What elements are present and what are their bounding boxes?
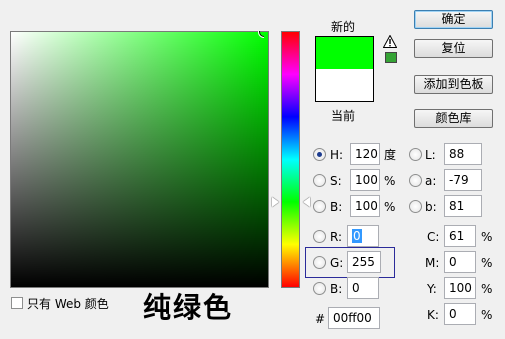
brightness-radio[interactable]	[313, 200, 326, 213]
cyan-field[interactable]: 61	[444, 225, 476, 247]
add-to-swatches-button[interactable]: 添加到色板	[414, 75, 493, 94]
hue-label: H:	[330, 148, 344, 162]
black-label: K:	[427, 308, 439, 322]
cyan-label: C:	[427, 230, 440, 244]
lab-b-label: b:	[425, 200, 437, 214]
magenta-field[interactable]: 0	[444, 251, 476, 273]
saturation-field[interactable]: 100	[350, 169, 380, 191]
gamut-correction-swatch[interactable]	[385, 52, 397, 63]
lab-a-field[interactable]: -79	[444, 169, 482, 191]
magenta-unit: %	[481, 256, 493, 270]
caption-text: 纯绿色	[143, 291, 234, 324]
hue-unit: 度	[384, 148, 397, 162]
red-radio[interactable]	[313, 230, 326, 243]
saturation-radio[interactable]	[313, 174, 326, 187]
lab-b-radio[interactable]	[409, 200, 422, 213]
hue-slider-right-arrow[interactable]	[303, 197, 310, 207]
blue-label: B:	[330, 282, 343, 296]
black-field[interactable]: 0	[444, 303, 476, 325]
green-radio[interactable]	[313, 256, 326, 269]
new-color-swatch	[315, 36, 374, 69]
green-field[interactable]: 255	[347, 251, 381, 273]
hue-slider-left-arrow[interactable]	[272, 197, 279, 207]
brightness-field[interactable]: 100	[350, 195, 380, 217]
black-unit: %	[481, 308, 493, 322]
web-colors-only-checkbox[interactable]	[11, 297, 23, 309]
red-label: R:	[330, 230, 343, 244]
hue-slider[interactable]	[281, 31, 300, 288]
lab-l-radio[interactable]	[409, 148, 422, 161]
current-color-swatch[interactable]	[315, 69, 374, 102]
color-field[interactable]	[10, 31, 269, 288]
hex-field[interactable]: 00ff00	[328, 307, 380, 329]
reset-button[interactable]: 复位	[414, 39, 493, 58]
hex-label: #	[315, 312, 326, 326]
magenta-label: M:	[425, 256, 440, 270]
web-colors-only-label[interactable]: 只有 Web 颜色	[27, 297, 109, 311]
yellow-unit: %	[481, 282, 493, 296]
brightness-label: B:	[330, 200, 343, 214]
ok-button[interactable]: 确定	[414, 10, 493, 29]
hue-field[interactable]: 120	[350, 143, 380, 165]
lab-l-field[interactable]: 88	[444, 143, 482, 165]
blue-field[interactable]: 0	[347, 277, 379, 299]
saturation-label: S:	[330, 174, 342, 188]
saturation-unit: %	[384, 174, 396, 188]
cyan-unit: %	[481, 230, 493, 244]
yellow-label: Y:	[427, 282, 437, 296]
current-color-label: 当前	[331, 109, 356, 123]
red-field[interactable]: 0	[347, 225, 379, 247]
warning-triangle-icon[interactable]	[383, 35, 397, 48]
red-value: 0	[352, 229, 362, 243]
lab-b-field[interactable]: 81	[444, 195, 482, 217]
brightness-unit: %	[384, 200, 396, 214]
hue-radio[interactable]	[313, 148, 326, 161]
color-libraries-button[interactable]: 颜色库	[414, 109, 493, 128]
new-color-label: 新的	[331, 20, 356, 34]
lab-a-radio[interactable]	[409, 174, 422, 187]
blue-radio[interactable]	[313, 282, 326, 295]
lab-l-label: L:	[425, 148, 436, 162]
yellow-field[interactable]: 100	[444, 277, 476, 299]
lab-a-label: a:	[425, 174, 437, 188]
green-label: G:	[330, 256, 344, 270]
